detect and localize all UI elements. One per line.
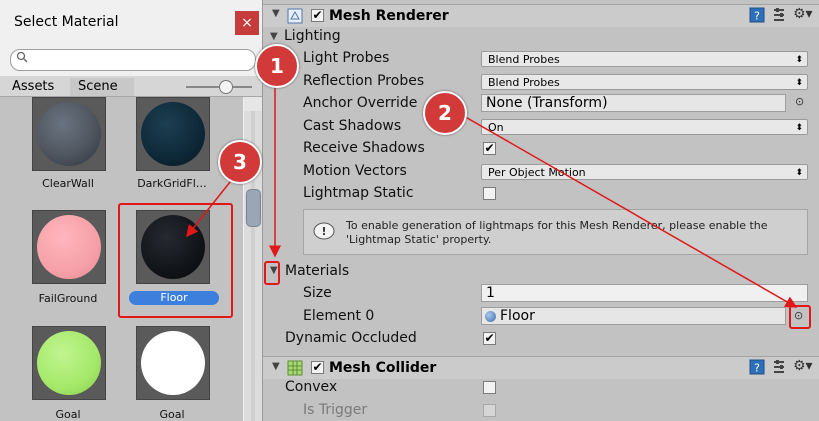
dynamic-occluded-checkbox[interactable]: ✔ bbox=[483, 332, 496, 345]
callout-3: 3 bbox=[218, 140, 262, 184]
object-picker-icon[interactable]: ⊙ bbox=[795, 95, 804, 108]
lighting-foldout-icon[interactable]: ▼ bbox=[270, 31, 278, 42]
dropdown-arrow-icon: ⬍ bbox=[795, 78, 803, 88]
material-label: ClearWall bbox=[42, 177, 94, 190]
anchor-override-field[interactable]: None (Transform) bbox=[481, 94, 786, 112]
tab-assets[interactable]: Assets bbox=[6, 78, 68, 96]
convex-label: Convex bbox=[285, 379, 338, 395]
search-icon bbox=[16, 51, 28, 63]
materials-label: Materials bbox=[285, 263, 350, 279]
foldout-arrow-icon[interactable]: ▼ bbox=[272, 361, 280, 372]
search-input[interactable] bbox=[10, 49, 256, 71]
convex-checkbox[interactable] bbox=[483, 381, 496, 394]
size-label: Size bbox=[303, 285, 332, 301]
material-sphere bbox=[37, 102, 101, 166]
is-trigger-label: Is Trigger bbox=[303, 402, 368, 418]
mesh-collider-title: Mesh Collider bbox=[329, 360, 437, 376]
svg-text:?: ? bbox=[754, 362, 760, 375]
preset-icon[interactable] bbox=[771, 7, 787, 23]
material-thumb-failground[interactable] bbox=[32, 210, 106, 284]
dropdown-arrow-icon: ⬍ bbox=[795, 55, 803, 65]
svg-text:?: ? bbox=[754, 10, 760, 23]
mesh-renderer-enabled-checkbox[interactable]: ✔ bbox=[311, 9, 324, 22]
zoom-slider-handle[interactable] bbox=[219, 80, 233, 94]
dropdown-arrow-icon: ⬍ bbox=[795, 168, 803, 178]
scroll-up-arrow[interactable] bbox=[244, 97, 262, 111]
material-thumb-goal[interactable] bbox=[32, 326, 106, 400]
is-trigger-checkbox bbox=[483, 404, 496, 417]
element0-field[interactable]: Floor bbox=[481, 307, 786, 325]
motion-vectors-label: Motion Vectors bbox=[303, 163, 407, 179]
window-title: Select Material bbox=[14, 14, 119, 30]
help-icon[interactable]: ? bbox=[749, 7, 765, 23]
receive-shadows-checkbox[interactable]: ✔ bbox=[483, 142, 496, 155]
reflection-probes-dropdown[interactable]: Blend Probes ⬍ bbox=[481, 74, 808, 90]
info-text-line2: 'Lightmap Static' property. bbox=[346, 233, 492, 246]
callout-1: 1 bbox=[255, 44, 299, 88]
dynamic-occluded-label: Dynamic Occluded bbox=[285, 330, 417, 346]
help-icon[interactable]: ? bbox=[749, 359, 765, 375]
material-label: Goal bbox=[159, 408, 185, 421]
light-probes-label: Light Probes bbox=[303, 50, 390, 66]
preset-icon[interactable] bbox=[771, 359, 787, 375]
element0-label: Element 0 bbox=[303, 308, 375, 324]
size-field[interactable]: 1 bbox=[481, 284, 808, 302]
material-label: Goal bbox=[55, 408, 81, 421]
scrollbar-thumb[interactable] bbox=[246, 189, 261, 227]
motion-vectors-dropdown[interactable]: Per Object Motion ⬍ bbox=[481, 164, 808, 180]
material-label: DarkGridFl… bbox=[137, 177, 207, 190]
info-speech-icon: ! bbox=[313, 222, 335, 240]
material-thumb-darkgridfloor[interactable] bbox=[136, 97, 210, 171]
lightmap-static-label: Lightmap Static bbox=[303, 185, 414, 201]
tab-scene[interactable]: Scene bbox=[70, 78, 134, 96]
info-text-line1: To enable generation of lightmaps for th… bbox=[346, 219, 768, 232]
settings-gear-icon[interactable]: ⚙▾ bbox=[793, 358, 813, 374]
lighting-label: Lighting bbox=[284, 28, 341, 44]
highlight-box-object-picker bbox=[789, 305, 811, 329]
material-sphere-icon bbox=[485, 311, 496, 322]
mesh-collider-enabled-checkbox[interactable]: ✔ bbox=[311, 361, 324, 374]
highlight-box-materials-foldout bbox=[264, 261, 280, 285]
material-thumb-clearwall[interactable] bbox=[32, 97, 106, 171]
material-label: FailGround bbox=[38, 292, 98, 305]
settings-gear-icon[interactable]: ⚙▾ bbox=[793, 6, 813, 22]
motion-vectors-value: Per Object Motion bbox=[488, 166, 586, 179]
material-sphere bbox=[37, 215, 101, 279]
material-sphere bbox=[141, 102, 205, 166]
foldout-arrow-icon[interactable]: ▼ bbox=[272, 8, 280, 19]
mesh-renderer-title: Mesh Renderer bbox=[329, 8, 449, 24]
material-thumb-goal-white[interactable] bbox=[136, 326, 210, 400]
cast-shadows-label: Cast Shadows bbox=[303, 118, 402, 134]
receive-shadows-label: Receive Shadows bbox=[303, 140, 425, 156]
mesh-renderer-icon bbox=[287, 8, 303, 24]
cast-shadows-value: On bbox=[488, 121, 504, 134]
highlight-box-floor-thumb bbox=[118, 203, 233, 318]
dropdown-arrow-icon: ⬍ bbox=[795, 123, 803, 133]
mesh-collider-icon bbox=[287, 360, 303, 376]
callout-2: 2 bbox=[423, 91, 467, 135]
anchor-override-label: Anchor Override bbox=[303, 95, 418, 111]
material-sphere bbox=[37, 331, 101, 395]
reflection-probes-value: Blend Probes bbox=[488, 76, 560, 89]
cast-shadows-dropdown[interactable]: On ⬍ bbox=[481, 119, 808, 135]
lightmap-static-checkbox[interactable] bbox=[483, 187, 496, 200]
svg-text:!: ! bbox=[321, 225, 326, 238]
material-sphere bbox=[141, 331, 205, 395]
info-help-box bbox=[303, 209, 808, 255]
reflection-probes-label: Reflection Probes bbox=[303, 73, 425, 89]
light-probes-value: Blend Probes bbox=[488, 53, 560, 66]
light-probes-dropdown[interactable]: Blend Probes ⬍ bbox=[481, 51, 808, 67]
close-button[interactable]: × bbox=[235, 11, 259, 35]
